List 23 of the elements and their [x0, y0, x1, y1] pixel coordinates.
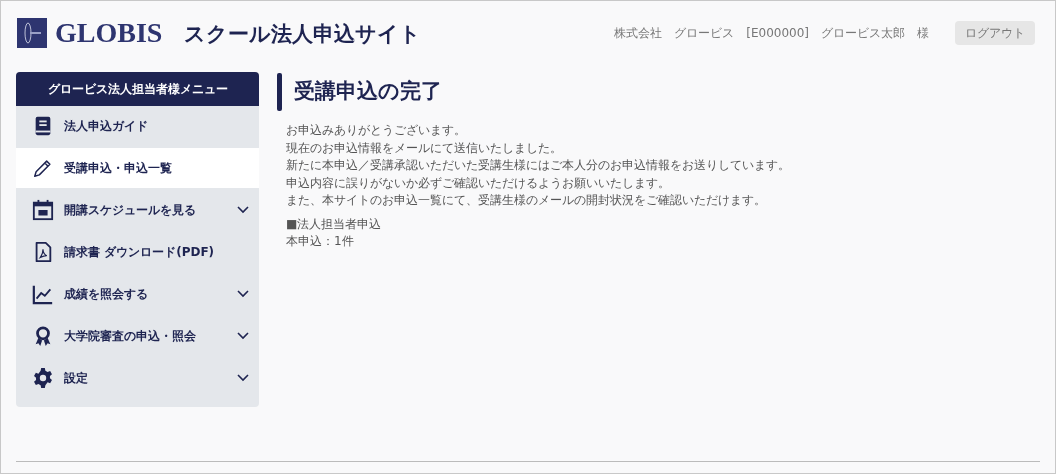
message-text: 現在のお申込情報をメールにて送信いたしました。 [286, 139, 563, 157]
menu-title: グロービス法人担当者様メニュー [16, 72, 259, 106]
message-text: お申込みありがとうございます。 [286, 122, 467, 139]
message-text: 新たに本申込／受講承認いただいた受講生様にはご本人分のお申込情報をお送りしています。 [286, 157, 791, 174]
message-text: 申込内容に誤りがないか必ずご確認いただけるようお願いいたします。 [286, 174, 671, 192]
chevron-down-icon [237, 290, 249, 298]
logout-button[interactable]: ログアウト [955, 21, 1035, 45]
user-info: 株式会社 グロービス [E000000] グロービス太郎 様 [614, 25, 929, 42]
line-chart-icon [32, 283, 54, 305]
chevron-down-icon [237, 206, 249, 214]
page-heading: 受講申込の完了 [294, 78, 442, 106]
logo-icon [17, 18, 47, 48]
chevron-down-icon [237, 374, 249, 382]
brand-name: GLOBIS [55, 19, 163, 47]
menu-item[interactable]: 受講申込・申込一覧 [16, 148, 259, 188]
site-title: スクール法人申込サイト [184, 21, 422, 49]
pencil-icon [32, 157, 54, 179]
message-text: また、本サイトのお申込一覧にて、受講生様のメールの開封状況をご確認いただけます。 [286, 192, 767, 209]
summary-text: ■法人担当者申込 [286, 215, 383, 233]
calendar-icon [32, 199, 54, 221]
summary-text: 本申込：1件 [286, 233, 355, 250]
chevron-down-icon [237, 332, 249, 340]
gear-icon [32, 367, 54, 389]
